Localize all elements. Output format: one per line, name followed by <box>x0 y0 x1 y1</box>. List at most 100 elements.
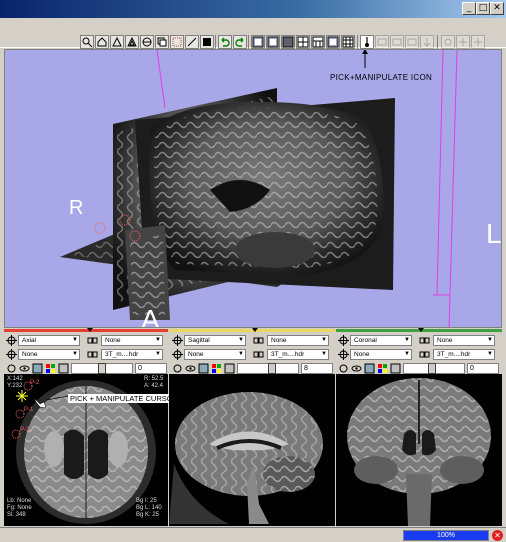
status-bar: 100% ✕ <box>0 527 506 542</box>
undo-icon[interactable] <box>218 35 232 49</box>
axial-y-readout: Y:232 <box>7 383 23 389</box>
layout-6-icon[interactable] <box>326 35 340 49</box>
eye-icon[interactable] <box>185 363 196 374</box>
coronal-orientation-select[interactable]: Coronal ▼ <box>350 335 412 346</box>
layers-icon[interactable] <box>172 349 183 360</box>
axial-accent-bar <box>4 329 168 332</box>
coronal-overlay1-select[interactable]: None ▼ <box>433 335 495 346</box>
photo-icon[interactable] <box>364 363 375 374</box>
axial-bgk-readout: Bg K: 25 <box>136 512 160 518</box>
sagittal-orientation-select[interactable]: Sagittal ▼ <box>184 335 246 346</box>
layout-5-icon[interactable] <box>311 35 325 49</box>
select-icon[interactable] <box>170 35 184 49</box>
line-icon[interactable] <box>185 35 199 49</box>
zoom-icon[interactable] <box>80 35 94 49</box>
pick-label-p3: P-3 <box>20 427 30 433</box>
tool-a-icon[interactable] <box>375 35 389 49</box>
pick-manipulate-icon[interactable] <box>360 35 374 49</box>
tool-b-icon[interactable] <box>390 35 404 49</box>
coronal-slice-view[interactable] <box>336 374 502 526</box>
link-icon[interactable] <box>419 335 430 346</box>
tool-f-icon[interactable] <box>456 35 470 49</box>
maximize-button[interactable]: □ <box>476 2 490 15</box>
coronal-slice-slider[interactable] <box>403 363 465 374</box>
coronal-brain-image <box>347 378 491 526</box>
tool-c-icon[interactable] <box>405 35 419 49</box>
layers-icon[interactable] <box>6 349 17 360</box>
axial-slice-value[interactable]: 0 <box>135 363 167 374</box>
coronal-overlay2-select[interactable]: None ▼ <box>350 349 412 360</box>
layers-icon[interactable] <box>338 349 349 360</box>
layout-2-icon[interactable] <box>266 35 280 49</box>
pick-label-p2: P-2 <box>30 380 40 386</box>
axial-label-readout: Lb: None <box>7 498 32 504</box>
axial-fg-readout: Fg: None <box>7 505 32 511</box>
lock-icon[interactable] <box>224 363 235 374</box>
orient-r-label: R <box>69 197 83 219</box>
progress-bar: 100% <box>403 530 489 541</box>
tri-icon[interactable] <box>110 35 124 49</box>
axial-slice-slider[interactable] <box>71 363 133 374</box>
photo-icon[interactable] <box>198 363 209 374</box>
lock-icon[interactable] <box>58 363 69 374</box>
redo-icon[interactable] <box>233 35 247 49</box>
tri2-icon[interactable] <box>125 35 139 49</box>
eye-icon[interactable] <box>351 363 362 374</box>
toolbar <box>0 18 506 50</box>
photo-icon[interactable] <box>32 363 43 374</box>
tool-e-icon[interactable] <box>441 35 455 49</box>
link-icon[interactable] <box>87 335 98 346</box>
crosshair-icon[interactable] <box>338 335 349 346</box>
axial-bgi-readout: Bg I: 25 <box>136 498 157 504</box>
square-icon[interactable] <box>200 35 214 49</box>
sagittal-slice-value[interactable]: 8 <box>301 363 333 374</box>
layout-3-icon[interactable] <box>281 35 295 49</box>
link2-icon[interactable] <box>419 349 430 360</box>
link2-icon[interactable] <box>87 349 98 360</box>
color-icon[interactable] <box>45 363 56 374</box>
close-button[interactable]: ✕ <box>490 2 504 15</box>
coronal-slice-value[interactable]: 0 <box>467 363 499 374</box>
crosshair-icon[interactable] <box>6 335 17 346</box>
tool-d-icon[interactable] <box>420 35 434 49</box>
refresh-icon[interactable] <box>172 363 183 374</box>
axial-x-readout: X:142 <box>7 376 23 382</box>
link-icon[interactable] <box>253 335 264 346</box>
sagittal-overlay1-select[interactable]: None ▼ <box>267 335 329 346</box>
title-bar[interactable]: _ □ ✕ <box>0 0 506 18</box>
home-icon[interactable] <box>95 35 109 49</box>
pick-cursor-annotation: PICK + MANIPULATE CURSOR <box>68 394 181 403</box>
grid-icon[interactable] <box>341 35 355 49</box>
color-icon[interactable] <box>211 363 222 374</box>
tool-g-icon[interactable] <box>471 35 485 49</box>
axial-file-select[interactable]: 3T_m....hdr ▼ <box>101 349 163 360</box>
globe-icon[interactable] <box>140 35 154 49</box>
axial-overlay1-select[interactable]: None ▼ <box>101 335 163 346</box>
stop-icon[interactable]: ✕ <box>492 530 503 541</box>
sagittal-slice-view[interactable] <box>169 374 335 526</box>
sagittal-brain-image <box>169 392 323 524</box>
refresh-icon[interactable] <box>6 363 17 374</box>
axial-overlay2-select[interactable]: None ▼ <box>18 349 80 360</box>
sagittal-overlay2-select[interactable]: None ▼ <box>184 349 246 360</box>
refresh-icon[interactable] <box>338 363 349 374</box>
sagittal-slice-slider[interactable] <box>237 363 299 374</box>
coronal-file-select[interactable]: 3T_m....hdr ▼ <box>433 349 495 360</box>
copy-icon[interactable] <box>155 35 169 49</box>
axial-bgl-readout: Bg L: 140 <box>136 505 162 511</box>
link2-icon[interactable] <box>253 349 264 360</box>
minimize-button[interactable]: _ <box>462 2 476 15</box>
sagittal-file-select[interactable]: 3T_m....hdr ▼ <box>267 349 329 360</box>
3d-render-view[interactable]: R L A <box>4 49 502 328</box>
crosshair-icon[interactable] <box>172 335 183 346</box>
eye-icon[interactable] <box>19 363 30 374</box>
orient-a-label: A <box>141 304 160 328</box>
axial-a-readout: A: 42.4 <box>144 383 164 389</box>
pick-label-p1: P-1 <box>24 407 34 413</box>
lock-icon[interactable] <box>390 363 401 374</box>
axial-orientation-select[interactable]: Axial ▼ <box>18 335 80 346</box>
application-window: _ □ ✕ R L A PICK+MANIPULATE ICON Axial ▼… <box>0 0 506 542</box>
color-icon[interactable] <box>377 363 388 374</box>
layout-1-icon[interactable] <box>251 35 265 49</box>
layout-4-icon[interactable] <box>296 35 310 49</box>
